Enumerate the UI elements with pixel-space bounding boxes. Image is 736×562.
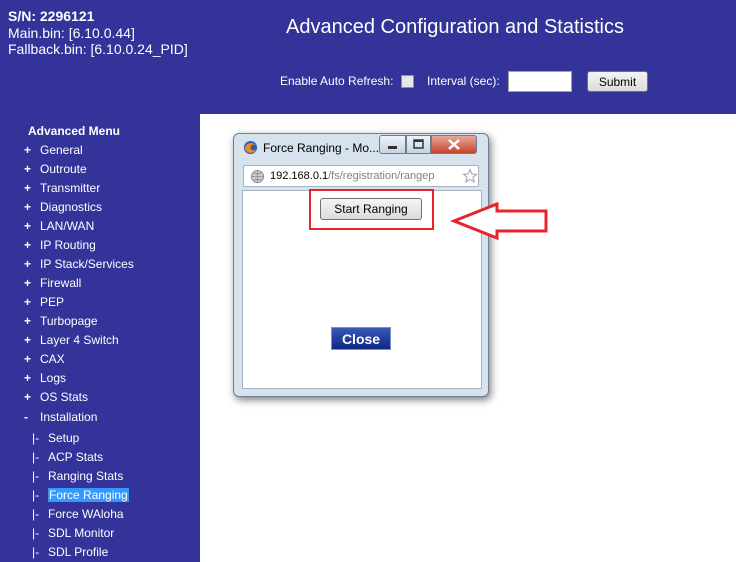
sidebar-item-os-stats[interactable]: + OS Stats <box>24 390 88 404</box>
sidebar-item-label: Transmitter <box>40 181 101 195</box>
sidebar-item-transmitter[interactable]: + Transmitter <box>24 181 100 195</box>
annotation-arrow-icon <box>450 202 548 240</box>
sidebar-item-label: IP Routing <box>40 238 96 252</box>
sidebar-subitem-force-ranging[interactable]: |- Force Ranging <box>32 488 129 502</box>
sidebar-item-pep[interactable]: + PEP <box>24 295 64 309</box>
sidebar-subitem-sdl-profile[interactable]: |- SDL Profile <box>32 545 108 559</box>
sidebar-item-ip-routing[interactable]: + IP Routing <box>24 238 96 252</box>
tree-branch: |- <box>32 545 40 559</box>
sidebar-item-label: Installation <box>40 410 98 424</box>
sidebar-item-diagnostics[interactable]: + Diagnostics <box>24 200 102 214</box>
sidebar-item-layer-4-switch[interactable]: + Layer 4 Switch <box>24 333 119 347</box>
sidebar-item-label: CAX <box>40 352 65 366</box>
sidebar-item-installation[interactable]: - Installation <box>24 410 97 424</box>
globe-icon <box>250 169 265 184</box>
tree-branch: |- <box>32 507 40 521</box>
sidebar-item-label: Layer 4 Switch <box>40 333 119 347</box>
expand-marker: + <box>24 257 32 271</box>
close-button[interactable]: Close <box>331 327 391 350</box>
collapse-marker: - <box>24 410 28 424</box>
expand-marker: + <box>24 238 32 252</box>
maximize-icon <box>413 139 424 149</box>
sidebar-subitem-sdl-monitor[interactable]: |- SDL Monitor <box>32 526 114 540</box>
expand-marker: + <box>24 143 32 157</box>
sidebar-subitem-acp-stats[interactable]: |- ACP Stats <box>32 450 103 464</box>
url-path: /fs/registration/rangep <box>328 170 435 182</box>
url-host: 192.168.0.1 <box>270 170 329 182</box>
menu-title: Advanced Menu <box>28 124 121 138</box>
sidebar-subitem-label: ACP Stats <box>48 450 104 464</box>
tree-branch: |- <box>32 431 40 445</box>
sidebar-subitem-label: Setup <box>48 431 80 445</box>
sidebar-subitem-label: SDL Monitor <box>48 526 115 540</box>
sidebar-subitem-label: Force Ranging <box>48 488 129 502</box>
close-icon <box>448 139 460 150</box>
sidebar-subitem-force-waloha[interactable]: |- Force WAloha <box>32 507 124 521</box>
bookmark-star-icon[interactable] <box>462 168 478 184</box>
force-ranging-popup-window: Force Ranging - Mo... 192.168.0.1/fs/reg… <box>233 133 489 397</box>
sidebar-item-label: General <box>40 143 83 157</box>
expand-marker: + <box>24 295 32 309</box>
expand-marker: + <box>24 352 32 366</box>
expand-marker: + <box>24 200 32 214</box>
page: S/N: 2296121 Main.bin: [6.10.0.44] Fallb… <box>0 0 736 562</box>
url-bar[interactable]: 192.168.0.1/fs/registration/rangep <box>243 165 479 187</box>
maximize-button[interactable] <box>406 135 431 154</box>
sidebar-subitem-ranging-stats[interactable]: |- Ranging Stats <box>32 469 123 483</box>
url-text: 192.168.0.1/fs/registration/rangep <box>270 170 435 182</box>
sidebar-item-cax[interactable]: + CAX <box>24 352 65 366</box>
main-bin-version: Main.bin: [6.10.0.44] <box>8 25 135 41</box>
sidebar-item-turbopage[interactable]: + Turbopage <box>24 314 98 328</box>
sidebar-subitem-label: Force WAloha <box>48 507 124 521</box>
interval-input[interactable] <box>508 71 572 92</box>
submit-button[interactable]: Submit <box>587 71 648 92</box>
expand-marker: + <box>24 276 32 290</box>
tree-branch: |- <box>32 469 40 483</box>
minimize-icon <box>388 146 397 149</box>
expand-marker: + <box>24 390 32 404</box>
sidebar-item-label: Firewall <box>40 276 82 290</box>
tree-branch: |- <box>32 488 40 502</box>
sidebar-subitem-label: SDL Profile <box>48 545 109 559</box>
sidebar-item-logs[interactable]: + Logs <box>24 371 66 385</box>
sidebar-item-label: LAN/WAN <box>40 219 95 233</box>
sidebar-item-label: Logs <box>40 371 67 385</box>
firefox-icon <box>243 140 258 155</box>
expand-marker: + <box>24 219 32 233</box>
sidebar-item-outroute[interactable]: + Outroute <box>24 162 87 176</box>
sidebar-item-label: IP Stack/Services <box>40 257 134 271</box>
popup-title: Force Ranging - Mo... <box>263 141 380 155</box>
sidebar-item-label: PEP <box>40 295 65 309</box>
sidebar-item-label: OS Stats <box>40 390 89 404</box>
expand-marker: + <box>24 314 32 328</box>
annotation-highlight-box <box>309 189 434 230</box>
tree-branch: |- <box>32 450 40 464</box>
page-title: Advanced Configuration and Statistics <box>286 16 624 38</box>
fallback-bin-version: Fallback.bin: [6.10.0.24_PID] <box>8 41 188 57</box>
sidebar-item-ip-stack-services[interactable]: + IP Stack/Services <box>24 257 134 271</box>
auto-refresh-checkbox[interactable] <box>401 75 414 88</box>
expand-marker: + <box>24 333 32 347</box>
auto-refresh-label: Enable Auto Refresh: <box>280 74 394 88</box>
sidebar-subitem-setup[interactable]: |- Setup <box>32 431 79 445</box>
sidebar-subitem-label: Ranging Stats <box>48 469 124 483</box>
header: S/N: 2296121 Main.bin: [6.10.0.44] Fallb… <box>0 0 736 114</box>
expand-marker: + <box>24 181 32 195</box>
expand-marker: + <box>24 162 32 176</box>
window-close-button[interactable] <box>431 135 477 154</box>
minimize-button[interactable] <box>379 135 406 154</box>
sidebar-item-firewall[interactable]: + Firewall <box>24 276 81 290</box>
sidebar: Advanced Menu + General + Outroute + Transm… <box>0 114 200 562</box>
expand-marker: + <box>24 371 32 385</box>
serial-number: S/N: 2296121 <box>8 8 95 24</box>
sidebar-item-label: Diagnostics <box>40 200 103 214</box>
sidebar-item-general[interactable]: + General <box>24 143 83 157</box>
sidebar-item-lan-wan[interactable]: + LAN/WAN <box>24 219 94 233</box>
sidebar-item-label: Turbopage <box>40 314 98 328</box>
tree-branch: |- <box>32 526 40 540</box>
sidebar-item-label: Outroute <box>40 162 87 176</box>
interval-label: Interval (sec): <box>427 74 500 88</box>
